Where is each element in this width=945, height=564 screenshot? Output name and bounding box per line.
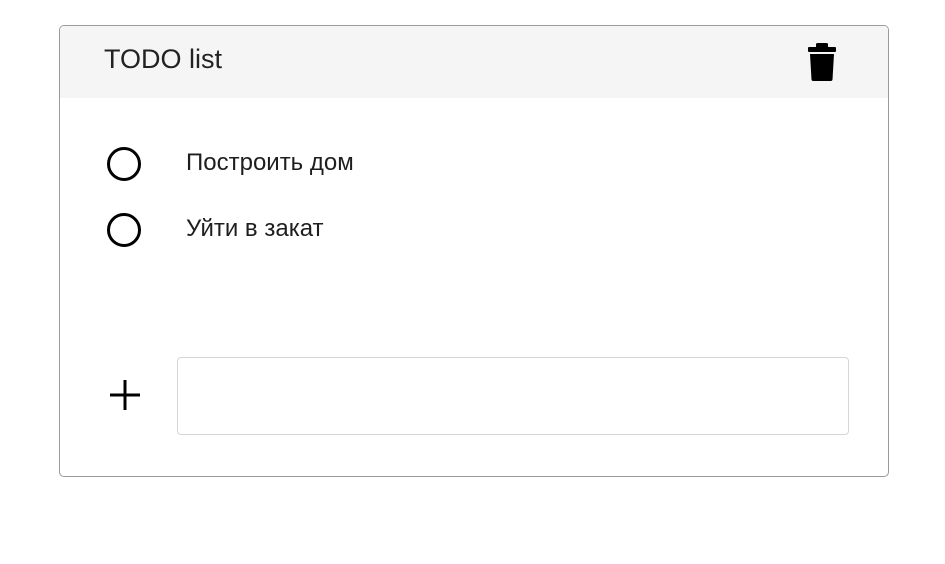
card-title: TODO list xyxy=(104,44,223,74)
list-item: Уйти в закат xyxy=(106,210,706,250)
plus-icon[interactable] xyxy=(108,378,142,412)
circle-outline-icon[interactable] xyxy=(106,212,142,248)
list-item: Построить дом xyxy=(106,144,706,184)
trash-icon[interactable] xyxy=(807,42,837,82)
card-header: TODO list xyxy=(60,26,888,98)
todo-item-label: Построить дом xyxy=(186,149,354,176)
todo-item-label: Уйти в закат xyxy=(186,215,324,242)
circle-outline-icon[interactable] xyxy=(106,146,142,182)
new-item-input[interactable] xyxy=(177,357,849,435)
todo-card: TODO list Построить дом Уйти в закат xyxy=(59,25,889,477)
